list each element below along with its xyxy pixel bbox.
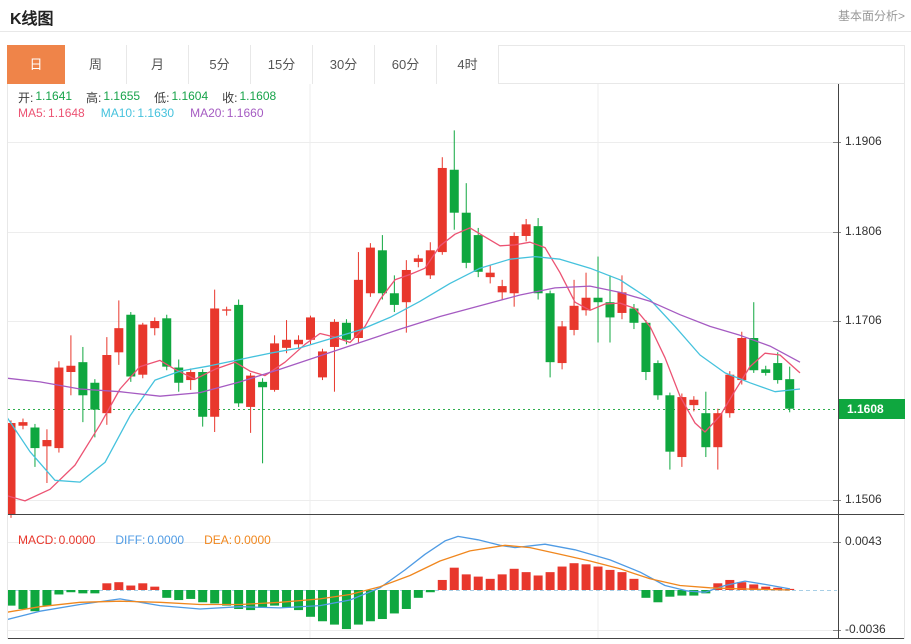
open-value: 开:1.1641 [18,89,72,106]
period-tabs: 日 周 月 5分 15分 30分 60分 4时 [7,45,905,84]
price-axis-label: 1.1506 [845,492,882,506]
high-value: 高:1.1655 [86,89,140,106]
ma20-value: MA20:1.1660 [190,106,263,120]
ma-legend: MA5:1.1648 MA10:1.1630 MA20:1.1660 [18,106,264,120]
tab-4hour[interactable]: 4时 [437,45,499,84]
tab-30min[interactable]: 30分 [313,45,375,84]
low-value: 低:1.1604 [154,89,208,106]
tab-month[interactable]: 月 [127,45,189,84]
ma10-value: MA10:1.1630 [101,106,174,120]
macd-legend: MACD:0.0000 DIFF:0.0000 DEA:0.0000 [18,533,271,547]
macd-value: MACD:0.0000 [18,533,95,547]
price-axis-label: 1.1906 [845,134,882,148]
tab-week[interactable]: 周 [65,45,127,84]
tab-15min[interactable]: 15分 [251,45,313,84]
price-axis-label: 1.1806 [845,224,882,238]
ma5-line [0,228,800,501]
tab-day[interactable]: 日 [7,45,65,84]
dea-value: DEA:0.0000 [204,533,271,547]
ohlc-legend: 开:1.1641 高:1.1655 低:1.1604 收:1.1608 [18,89,276,106]
tab-5min[interactable]: 5分 [189,45,251,84]
candles [7,130,795,518]
ma5-value: MA5:1.1648 [18,106,85,120]
diff-value: DIFF:0.0000 [115,533,184,547]
current-price-tag: 1.1608 [839,399,905,419]
tab-60min[interactable]: 60分 [375,45,437,84]
macd-axis-label: -0.0036 [845,622,886,636]
price-axis-label: 1.1706 [845,313,882,327]
close-value: 收:1.1608 [222,89,276,106]
macd-axis-label: 0.0043 [845,534,882,548]
